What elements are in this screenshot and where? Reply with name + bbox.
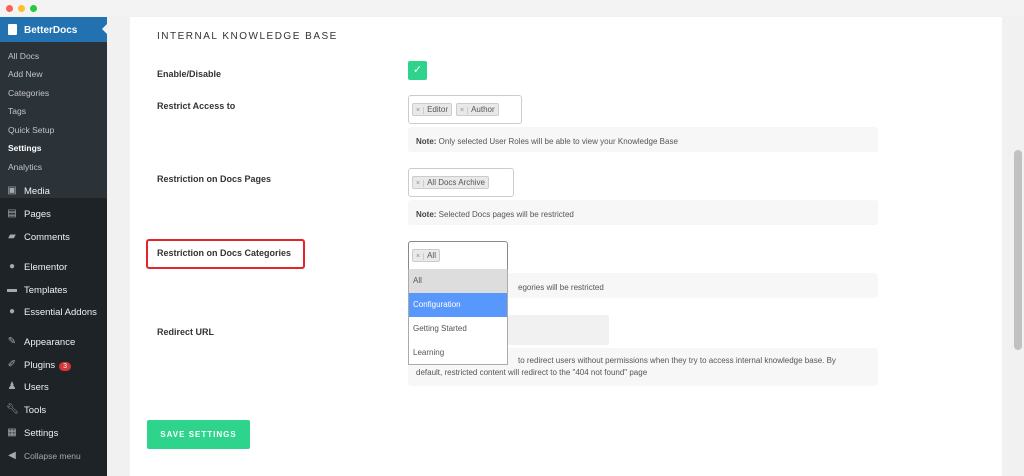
brush-icon: ✎ [7, 336, 17, 347]
restrict-access-note: Note: Only selected User Roles will be a… [408, 127, 878, 152]
submenu-tags[interactable]: Tags [8, 106, 26, 116]
option-all[interactable]: All [409, 269, 507, 293]
sidebar-item-label: Users [24, 382, 49, 393]
docs-pages-label: Restriction on Docs Pages [157, 174, 272, 184]
folder-icon: ▬ [7, 284, 17, 295]
sidebar-item-elementor[interactable]: ● Elementor [0, 260, 107, 278]
sidebar-item-label: Templates [24, 285, 68, 296]
submenu-categories[interactable]: Categories [8, 88, 49, 98]
tag-all-docs-archive[interactable]: × All Docs Archive [412, 176, 489, 189]
scrollbar[interactable] [1012, 17, 1024, 476]
remove-icon[interactable]: × [460, 107, 469, 114]
tag-label: All [427, 251, 436, 260]
restrict-access-label: Restrict Access to [157, 101, 236, 111]
plugin-icon: ✐ [7, 359, 17, 370]
sidebar-item-label: Plugins 3 [24, 360, 72, 371]
collapse-icon: ◀ [8, 450, 16, 461]
sidebar-item-plugins[interactable]: ✐ Plugins 3 [0, 358, 107, 376]
submenu-analytics[interactable]: Analytics [8, 162, 42, 172]
remove-icon[interactable]: × [416, 253, 425, 260]
comments-icon: ▰ [8, 231, 16, 242]
collapse-menu-button[interactable]: ◀ Collapse menu [0, 449, 107, 467]
sidebar-item-label: Comments [24, 232, 70, 243]
note-text: egories will be restricted [518, 283, 604, 292]
minimize-window-button[interactable] [18, 5, 25, 12]
settings-panel: INTERNAL KNOWLEDGE BASE Enable/Disable ✓… [130, 17, 1002, 476]
docs-categories-select[interactable]: × All [408, 241, 508, 270]
wrench-icon: 🔧︎ [6, 404, 19, 415]
media-icon: ▣ [7, 185, 17, 196]
sidebar-item-templates[interactable]: ▬ Templates [0, 283, 107, 301]
sidebar-item-label: Pages [24, 209, 51, 220]
categories-dropdown: All Configuration Getting Started Learni… [408, 269, 508, 365]
enable-label: Enable/Disable [157, 69, 222, 79]
betterdocs-submenu: All Docs Add New Categories Tags Quick S… [0, 42, 107, 198]
sidebar-item-comments[interactable]: ▰ Comments [0, 230, 107, 248]
tag-label: Editor [427, 105, 448, 114]
note-line-2: default, restricted content will redirec… [416, 368, 648, 377]
restrict-access-select[interactable]: × Editor × Author [408, 95, 522, 124]
remove-icon[interactable]: × [416, 107, 425, 114]
doc-icon [8, 24, 17, 35]
note-text: Selected Docs pages will be restricted [436, 210, 574, 219]
sidebar-item-label: Tools [24, 405, 47, 416]
current-arrow [97, 24, 107, 34]
submenu-quick-setup[interactable]: Quick Setup [8, 125, 54, 135]
submenu-all-docs[interactable]: All Docs [8, 51, 39, 61]
sidebar-item-label: Settings [24, 428, 59, 439]
sidebar-item-betterdocs[interactable]: BetterDocs [0, 17, 107, 42]
sidebar-item-label: Media [24, 186, 50, 197]
window-titlebar [0, 0, 1024, 16]
section-heading: INTERNAL KNOWLEDGE BASE [157, 31, 338, 42]
option-getting-started[interactable]: Getting Started [409, 317, 507, 341]
remove-icon[interactable]: × [416, 180, 425, 187]
close-window-button[interactable] [6, 5, 13, 12]
user-icon: ♟ [7, 381, 17, 392]
sidebar-item-label: BetterDocs [24, 25, 78, 36]
sidebar-item-pages[interactable]: ▤ Pages [0, 207, 107, 225]
note-bold: Note: [416, 137, 437, 146]
sidebar-item-tools[interactable]: 🔧︎ Tools [0, 403, 107, 421]
docs-categories-label: Restriction on Docs Categories [157, 248, 292, 258]
docs-pages-note: Note: Selected Docs pages will be restri… [408, 200, 878, 225]
tag-author[interactable]: × Author [456, 103, 499, 116]
enable-checkbox[interactable]: ✓ [408, 61, 427, 80]
submenu-settings[interactable]: Settings [8, 143, 42, 153]
docs-pages-select[interactable]: × All Docs Archive [408, 168, 514, 197]
admin-sidebar: BetterDocs All Docs Add New Categories T… [0, 17, 107, 476]
sidebar-item-users[interactable]: ♟ Users [0, 380, 107, 398]
tag-label: Author [471, 105, 495, 114]
tag-editor[interactable]: × Editor [412, 103, 452, 116]
redirect-url-label: Redirect URL [157, 327, 215, 337]
option-configuration[interactable]: Configuration [409, 293, 507, 317]
sidebar-item-label: Collapse menu [24, 451, 81, 461]
submenu-add-new[interactable]: Add New [8, 69, 43, 79]
update-count-badge: 3 [59, 362, 72, 371]
redirect-url-input[interactable] [508, 315, 609, 345]
note-bold: Note: [416, 210, 437, 219]
settings-icon: ▦ [7, 427, 17, 438]
sidebar-item-essential-addons[interactable]: ● Essential Addons [0, 305, 107, 323]
pages-icon: ▤ [7, 208, 17, 219]
sidebar-item-appearance[interactable]: ✎ Appearance [0, 335, 107, 353]
ea-icon: ● [8, 306, 16, 317]
note-text: Only selected User Roles will be able to… [436, 137, 678, 146]
save-settings-button[interactable]: SAVE SETTINGS [147, 420, 250, 449]
elementor-icon: ● [8, 261, 16, 272]
sidebar-item-label: Essential Addons [24, 307, 97, 318]
scrollbar-thumb[interactable] [1014, 150, 1022, 350]
maximize-window-button[interactable] [30, 5, 37, 12]
sidebar-item-settings[interactable]: ▦ Settings [0, 426, 107, 444]
sidebar-item-label: Elementor [24, 262, 68, 273]
check-icon: ✓ [412, 64, 423, 76]
sidebar-item-media[interactable]: ▣ Media [0, 184, 107, 202]
sidebar-item-label: Appearance [24, 337, 76, 348]
plugins-label: Plugins [24, 360, 56, 371]
option-learning[interactable]: Learning [409, 341, 507, 365]
tag-all[interactable]: × All [412, 249, 440, 262]
tag-label: All Docs Archive [427, 178, 485, 187]
